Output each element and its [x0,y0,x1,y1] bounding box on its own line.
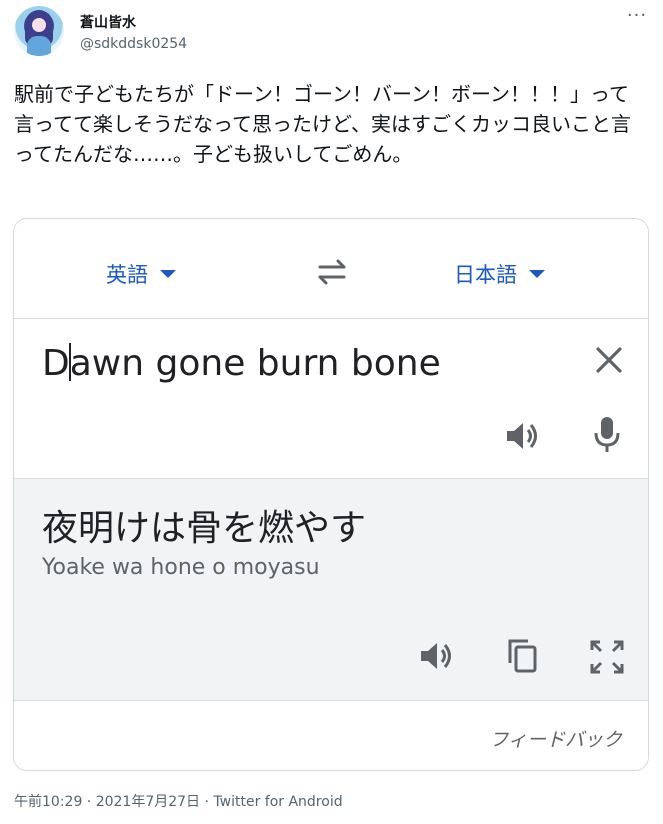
avatar-dress [27,36,51,56]
avatar-face [32,18,46,32]
avatar[interactable] [14,6,64,56]
source-text[interactable]: Dawn gone burn bone [42,343,441,384]
tweet-text: 駅前で子どもたちが「ドーン！ゴーン！バーン！ボーン！！！」って言ってて楽しそうだ… [14,82,631,166]
target-language-label: 日本語 [454,263,517,287]
tweet-timestamp[interactable]: 午前10:29 · 2021年7月27日 · Twitter for Andro… [14,791,343,811]
source-input-area[interactable]: Dawn gone burn bone [14,319,648,479]
source-text-part-1: D [42,343,70,384]
language-bar: 英語 日本語 [14,219,648,319]
romanization-text: Yoake wa hone o moyasu [42,555,320,580]
user-handle[interactable]: @sdkddsk0254 [80,36,187,52]
feedback-bar: フィードバック [14,701,648,770]
tweet-header: 蒼山皆水 @sdkddsk0254 ··· [14,6,649,62]
speaker-icon[interactable] [418,639,456,673]
fullscreen-icon[interactable] [589,639,625,675]
translate-screenshot[interactable]: 英語 日本語 Dawn gone burn bone 夜明けは骨を燃やす Yoa… [13,218,649,771]
target-language-selector[interactable]: 日本語 [454,259,545,289]
source-language-label: 英語 [106,263,148,287]
chevron-down-icon [160,270,176,278]
translation-text: 夜明けは骨を燃やす [42,508,367,549]
chevron-down-icon [529,270,545,278]
swap-arrows-icon[interactable] [312,257,352,287]
display-name[interactable]: 蒼山皆水 [80,12,136,32]
source-text-part-2: awn gone burn bone [69,343,441,384]
source-language-selector[interactable]: 英語 [106,259,176,289]
translation-output-area: 夜明けは骨を燃やす Yoake wa hone o moyasu [14,479,648,701]
close-icon[interactable] [592,343,626,377]
microphone-icon[interactable] [592,415,622,455]
copy-icon[interactable] [504,637,540,675]
feedback-link[interactable]: フィードバック [489,725,622,752]
more-horizontal-icon[interactable]: ··· [625,7,649,30]
speaker-icon[interactable] [504,419,542,453]
